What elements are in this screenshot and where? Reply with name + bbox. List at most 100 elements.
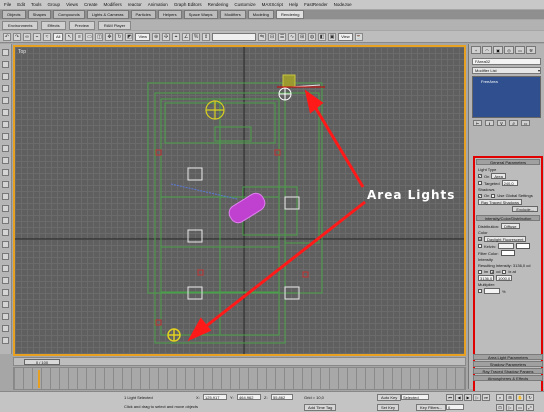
distribution-dropdown[interactable]: Diffuse — [501, 223, 520, 229]
zoom-all-icon[interactable]: ⊞ — [506, 394, 514, 401]
track-bar[interactable] — [13, 367, 466, 390]
hierarchy-tab-icon[interactable]: ▣ — [493, 46, 503, 54]
tool-icon[interactable] — [2, 241, 9, 248]
pin-stack-icon[interactable]: ⊢ — [473, 120, 482, 126]
effects-button[interactable]: Effects — [41, 20, 66, 30]
y-coordinate-field[interactable]: 464,962 — [237, 394, 261, 400]
play-icon[interactable]: ▶ — [464, 394, 472, 401]
tool-icon[interactable] — [2, 205, 9, 212]
tab-particles[interactable]: Particles — [130, 10, 156, 19]
tab-space-warps[interactable]: Space Warps — [183, 10, 218, 19]
configure-sets-icon[interactable]: ▭ — [521, 120, 530, 126]
area-light-bottom[interactable] — [167, 328, 181, 342]
percent-snap-icon[interactable]: % — [192, 32, 201, 41]
selected-cylinder[interactable] — [226, 190, 268, 225]
tab-shapes[interactable]: Shapes — [27, 10, 52, 19]
tool-icon[interactable] — [2, 85, 9, 92]
material-editor-icon[interactable]: ◍ — [308, 32, 317, 41]
render-setup-icon[interactable]: ◧ — [318, 32, 327, 41]
curve-editor-icon[interactable]: ∿ — [288, 32, 297, 41]
lx-value-field[interactable]: 1000,0 — [496, 275, 512, 281]
menu-create[interactable]: Create — [84, 2, 98, 7]
tool-icon[interactable] — [2, 277, 9, 284]
multiplier-field[interactable] — [484, 288, 500, 294]
menu-modifiers[interactable]: Modifiers — [104, 2, 122, 7]
modifier-list-dropdown[interactable]: Modifier List ▾ — [472, 67, 541, 74]
select-by-name-icon[interactable]: ≡ — [75, 32, 84, 41]
tool-icon[interactable] — [2, 265, 9, 272]
make-unique-icon[interactable]: ∀ — [497, 120, 506, 126]
layer-manager-icon[interactable]: ☰ — [278, 32, 287, 41]
menu-fastrender[interactable]: FastRender — [304, 2, 328, 7]
menu-help[interactable]: Help — [289, 2, 298, 7]
tab-modifiers[interactable]: Modifiers — [219, 10, 246, 19]
remove-modifier-icon[interactable]: ∂ — [509, 120, 518, 126]
render-view-dropdown[interactable]: View — [338, 32, 353, 41]
menu-maxscript[interactable]: MAXScript — [262, 2, 283, 7]
menu-graph-editors[interactable]: Graph Editors — [174, 2, 202, 7]
spinner-snap-icon[interactable]: ⇕ — [202, 32, 211, 41]
tool-icon[interactable] — [2, 289, 9, 296]
menu-rendering[interactable]: Rendering — [208, 2, 229, 7]
select-scale-icon[interactable]: ◩ — [125, 32, 134, 41]
ram-player-button[interactable]: RAM Player — [97, 20, 132, 30]
zoom-extents-icon[interactable]: ⊡ — [496, 404, 504, 411]
lm-radio[interactable] — [478, 269, 482, 274]
tool-icon[interactable] — [2, 193, 9, 200]
shadow-type-dropdown[interactable]: Ray Traced Shadows — [478, 199, 523, 205]
select-move-icon[interactable]: ✥ — [105, 32, 114, 41]
link-icon[interactable]: ∞ — [23, 32, 31, 41]
ray-traced-shadow-params-rollout[interactable]: Ray Traced Shadow Params — [473, 368, 543, 374]
tool-icon[interactable] — [2, 145, 9, 152]
go-to-start-icon[interactable]: ⏮ — [446, 394, 454, 401]
kelvin-color-swatch[interactable] — [516, 243, 531, 249]
maximize-viewport-icon[interactable]: ⤢ — [526, 404, 534, 411]
quick-render-icon[interactable]: ☕ — [354, 32, 363, 41]
targeted-checkbox[interactable] — [478, 181, 482, 185]
tool-icon[interactable] — [2, 325, 9, 332]
unlink-icon[interactable]: ⌁ — [33, 32, 41, 41]
tool-icon[interactable] — [2, 61, 9, 68]
auto-key-mode-dropdown[interactable]: Selected — [401, 394, 429, 400]
menu-group[interactable]: Group — [48, 2, 61, 7]
general-parameters-rollout[interactable]: General Parameters — [476, 159, 540, 165]
angle-snap-icon[interactable]: ∠ — [182, 32, 191, 41]
tool-icon[interactable] — [2, 301, 9, 308]
time-slider-handle[interactable]: 0 / 100 — [24, 359, 60, 365]
tool-icon[interactable] — [2, 109, 9, 116]
mirror-icon[interactable]: ⇋ — [258, 32, 267, 41]
tab-objects[interactable]: Objects — [2, 10, 26, 19]
display-tab-icon[interactable]: ▭ — [515, 46, 525, 54]
color-preset-dropdown[interactable]: Daylight Fluorescent — [484, 236, 527, 242]
multiplier-checkbox[interactable] — [478, 289, 482, 293]
reference-coordinate-dropdown[interactable]: View — [135, 32, 151, 41]
auto-key-button[interactable]: Auto Key — [377, 394, 402, 401]
pivot-center-icon[interactable]: ⊕ — [152, 32, 161, 41]
tab-lights-cameras[interactable]: Lights & Cameras — [86, 10, 129, 19]
modifier-stack-item[interactable]: FreeArea — [481, 79, 498, 84]
tab-rendering[interactable]: Rendering — [276, 10, 305, 19]
align-icon[interactable]: ⊟ — [268, 32, 277, 41]
utilities-tab-icon[interactable]: ⚒ — [526, 46, 536, 54]
time-slider[interactable]: 0 / 100 — [13, 357, 466, 366]
show-end-result-icon[interactable]: ‖ — [485, 120, 494, 126]
atmospheres-effects-rollout[interactable]: Atmospheres & Effects — [473, 375, 543, 381]
object-name-field[interactable]: FArea02 — [472, 58, 541, 65]
bind-spacewarp-icon[interactable]: ≈ — [43, 32, 51, 41]
light-type-dropdown[interactable]: Area — [491, 173, 506, 179]
field-of-view-icon[interactable]: ▷ — [506, 404, 514, 411]
tool-icon[interactable] — [2, 73, 9, 80]
tool-icon[interactable] — [2, 97, 9, 104]
set-key-button[interactable]: Set Key — [377, 404, 400, 411]
exclude-button[interactable]: Exclude... — [512, 206, 538, 212]
rect-selection-icon[interactable]: ▭ — [85, 32, 94, 41]
shadow-parameters-rollout[interactable]: Shadow Parameters — [473, 361, 543, 367]
undo-icon[interactable]: ↶ — [3, 32, 11, 41]
next-frame-icon[interactable]: ▷ — [473, 394, 481, 401]
cd-radio[interactable]: ● — [490, 269, 495, 274]
select-object-icon[interactable]: ↖ — [65, 32, 74, 41]
area-light-top[interactable] — [277, 74, 325, 101]
schematic-view-icon[interactable]: ⊞ — [298, 32, 307, 41]
tool-icon[interactable] — [2, 229, 9, 236]
menu-customize[interactable]: Customize — [234, 2, 255, 7]
